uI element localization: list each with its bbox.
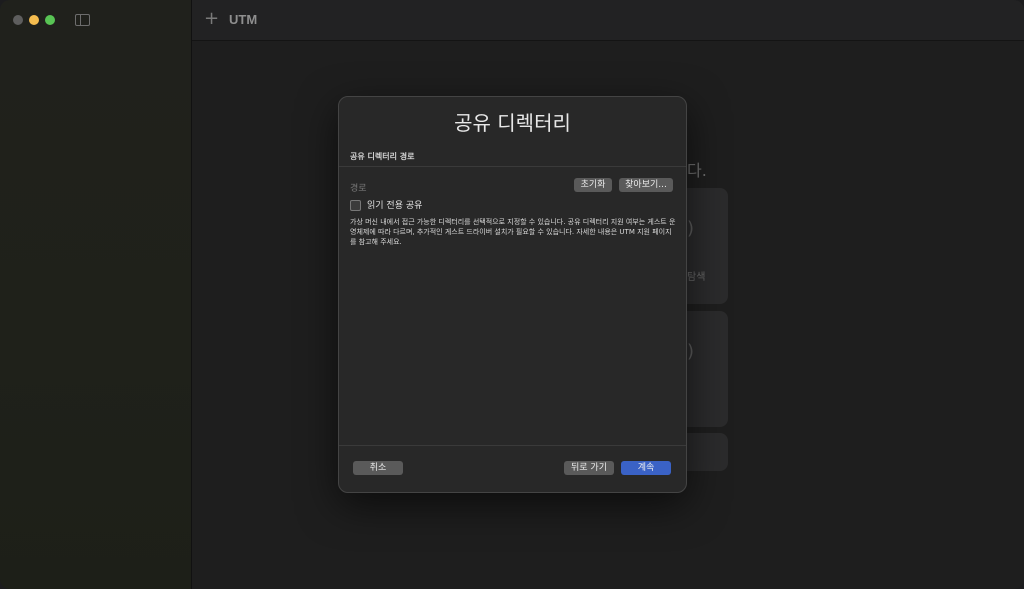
section-header: 공유 디렉터리 경로: [350, 152, 415, 161]
shared-directory-dialog: 공유 디렉터리 공유 디렉터리 경로 경로 초기화 찾아보기... 읽기 전용 …: [338, 96, 687, 493]
back-button[interactable]: 뒤로 가기: [564, 461, 614, 475]
continue-button[interactable]: 계속: [621, 461, 671, 475]
divider: [339, 166, 686, 167]
close-window-button[interactable]: [13, 15, 23, 25]
background-card-icon: ): [687, 341, 695, 362]
background-welcome-text: 다.: [687, 161, 707, 180]
background-card: ) 탐색: [687, 188, 728, 304]
add-vm-icon[interactable]: +: [204, 9, 219, 29]
toolbar: + UTM: [192, 0, 1024, 41]
sidebar-toggle-icon[interactable]: [75, 14, 90, 26]
app-title: UTM: [229, 12, 258, 27]
divider: [339, 445, 686, 446]
app-window: + UTM 다. ) 탐색 ) 공유 디렉터리 공유 디렉터리 경로 경로 초기…: [0, 0, 1024, 589]
reset-button[interactable]: 초기화: [574, 178, 612, 192]
maximize-window-button[interactable]: [45, 15, 55, 25]
read-only-checkbox[interactable]: [350, 200, 361, 211]
description-text: 가상 머신 내에서 접근 가능한 디렉터리를 선택적으로 지정할 수 있습니다.…: [350, 218, 676, 246]
sidebar: [0, 0, 192, 589]
background-card: ): [687, 311, 728, 427]
dialog-title: 공유 디렉터리: [454, 111, 571, 135]
background-card: [687, 433, 728, 471]
background-card-label: 탐색: [687, 272, 706, 283]
browse-button[interactable]: 찾아보기...: [619, 178, 673, 192]
background-card-icon: ): [687, 218, 695, 239]
minimize-window-button[interactable]: [29, 15, 39, 25]
path-label: 경로: [350, 184, 367, 194]
read-only-label[interactable]: 읽기 전용 공유: [367, 198, 422, 211]
cancel-button[interactable]: 취소: [353, 461, 403, 475]
